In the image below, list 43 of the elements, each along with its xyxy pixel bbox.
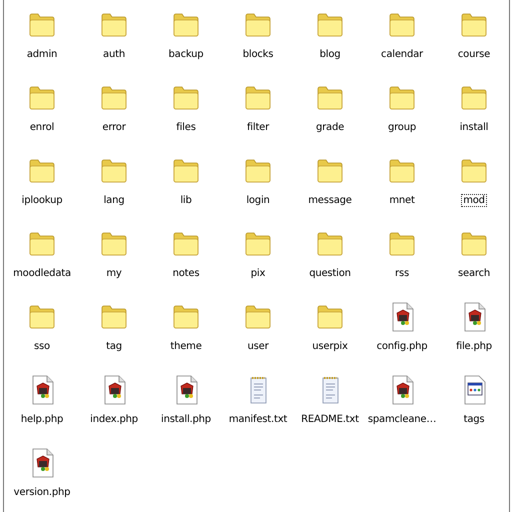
file-name[interactable]: notes [170, 267, 202, 280]
file-name[interactable]: auth [101, 48, 127, 61]
file-name[interactable]: filter [244, 121, 272, 134]
file-name[interactable]: enrol [28, 121, 56, 134]
file-name[interactable]: iplookup [20, 194, 64, 207]
file-name[interactable]: tag [104, 340, 124, 353]
file-name[interactable]: lib [178, 194, 194, 207]
file-name[interactable]: help.php [18, 413, 66, 426]
file-name[interactable]: course [456, 48, 492, 61]
file-name[interactable]: group [386, 121, 418, 134]
file-name[interactable]: tags [462, 413, 486, 426]
file-name[interactable]: user [245, 340, 270, 353]
file-name[interactable]: README.txt [299, 413, 361, 426]
file-name[interactable]: search [456, 267, 492, 280]
file-name[interactable]: rss [393, 267, 411, 280]
file-name[interactable]: install [458, 121, 490, 134]
file-name[interactable]: question [307, 267, 353, 280]
file-name[interactable]: version.php [12, 486, 72, 499]
file-name[interactable]: blocks [240, 48, 276, 61]
file-name[interactable]: error [100, 121, 128, 134]
file-name[interactable]: theme [168, 340, 204, 353]
file-name[interactable]: file.php [454, 340, 494, 353]
file-name[interactable]: lang [102, 194, 126, 207]
file-name[interactable]: moodledata [11, 267, 73, 280]
file-name[interactable]: install.php [159, 413, 213, 426]
file-name[interactable]: sso [32, 340, 52, 353]
file-name[interactable]: grade [314, 121, 346, 134]
file-name[interactable]: config.php [374, 340, 430, 353]
file-name[interactable]: pix [248, 267, 268, 280]
file-name[interactable]: message [306, 194, 354, 207]
file-name[interactable]: admin [24, 48, 60, 61]
file-name[interactable]: userpix [310, 340, 350, 353]
file-name[interactable]: blog [318, 48, 342, 61]
file-name[interactable]: index.php [88, 413, 140, 426]
file-name[interactable]: calendar [379, 48, 425, 61]
file-name[interactable]: files [174, 121, 198, 134]
file-name[interactable]: mod [461, 194, 487, 207]
file-name[interactable]: mnet [387, 194, 417, 207]
file-name[interactable]: manifest.txt [226, 413, 290, 426]
file-name[interactable]: login [244, 194, 272, 207]
file-name[interactable]: backup [166, 48, 206, 61]
file-name[interactable]: spamcleane… [366, 413, 438, 426]
file-name[interactable]: my [104, 267, 124, 280]
